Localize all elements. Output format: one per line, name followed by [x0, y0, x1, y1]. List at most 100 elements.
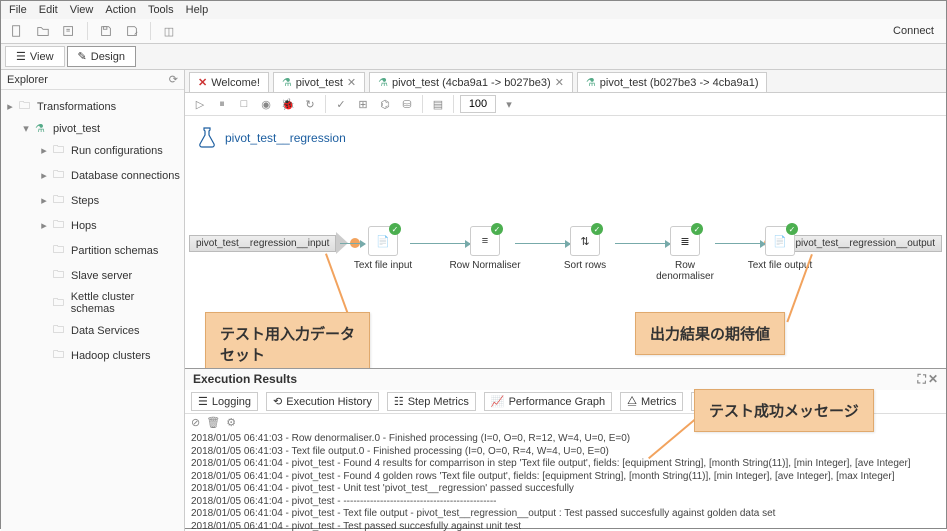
show-results-icon[interactable]: ▤ — [429, 95, 447, 113]
tree-leaf[interactable]: ▸🗀Steps — [3, 188, 182, 213]
folder-icon: 🗀 — [53, 141, 67, 160]
stop-icon[interactable]: □ — [235, 95, 253, 113]
canvas[interactable]: pivot_test__regression pivot_test__regre… — [185, 116, 946, 368]
close-icon[interactable]: ✕ — [347, 76, 356, 89]
refresh-icon[interactable]: ⟳ — [169, 73, 178, 86]
file-out-icon: 📄 — [773, 235, 787, 248]
log-line: 2018/01/05 06:41:03 - Text file output.0… — [191, 446, 940, 459]
save-as-icon[interactable] — [122, 21, 142, 41]
explore-db-icon[interactable]: ⛁ — [398, 95, 416, 113]
exec-tab-perf-graph[interactable]: 📈Performance Graph — [484, 392, 612, 411]
close-icon[interactable]: ✕ — [198, 76, 207, 89]
exec-tab-metrics[interactable]: ⧋Metrics — [620, 392, 683, 411]
log-line: 2018/01/05 06:41:04 - pivot_test - Test … — [191, 521, 940, 531]
tree-leaf[interactable]: 🗀Slave server — [3, 263, 182, 288]
exec-tab-logging[interactable]: ☰Logging — [191, 392, 258, 411]
save-icon[interactable] — [96, 21, 116, 41]
log-line: 2018/01/05 06:41:04 - pivot_test - Found… — [191, 471, 940, 484]
tree-leaf[interactable]: 🗀Partition schemas — [3, 238, 182, 263]
tree-leaf[interactable]: 🗀Hadoop clusters — [3, 343, 182, 368]
maximize-icon[interactable]: ⛶ — [918, 372, 926, 387]
replay-icon[interactable]: ↻ — [301, 95, 319, 113]
gauge-icon: ⧋ — [627, 395, 637, 408]
connect-link[interactable]: Connect — [893, 25, 940, 37]
explorer-tree: ▸🗀Transformations ▾⚗pivot_test ▸🗀Run con… — [1, 90, 184, 531]
normalise-icon: ≡ — [482, 235, 488, 247]
new-file-icon[interactable] — [7, 21, 27, 41]
log-line: 2018/01/05 06:41:04 - pivot_test - Found… — [191, 458, 940, 471]
tree-leaf[interactable]: ▸🗀Database connections — [3, 163, 182, 188]
perspective-tabs: ☰View ✎Design — [1, 44, 946, 70]
file-icon: 📄 — [376, 235, 390, 248]
log-settings-icon[interactable]: ⚙ — [226, 416, 236, 429]
log-output[interactable]: 2018/01/05 06:41:03 - Row denormaliser.0… — [185, 431, 946, 531]
explorer-panel: Explorer ⟳ ▸🗀Transformations ▾⚗pivot_tes… — [1, 70, 185, 531]
transformation-title: pivot_test__regression — [195, 126, 346, 150]
preview-icon[interactable]: ◉ — [257, 95, 275, 113]
log-clear-icon[interactable]: 🗑 — [206, 416, 220, 429]
transform-icon: ⚗ — [586, 76, 596, 89]
close-icon[interactable]: ✕ — [555, 76, 564, 89]
metrics-icon: ☷ — [394, 395, 404, 408]
debug-icon[interactable]: 🐞 — [279, 95, 297, 113]
folder-icon: 🗀 — [53, 166, 67, 185]
view-tab[interactable]: ☰View — [5, 46, 65, 67]
step-sort-rows[interactable]: ⇅✓ Sort rows — [545, 226, 625, 271]
log-stop-icon[interactable]: ⊘ — [191, 416, 200, 429]
success-badge-icon: ✓ — [591, 223, 603, 235]
transform-icon: ⚗ — [35, 122, 49, 135]
log-line: 2018/01/05 06:41:04 - pivot_test - -----… — [191, 496, 940, 509]
log-line: 2018/01/05 06:41:03 - Row denormaliser.0… — [191, 433, 940, 446]
step-text-file-input[interactable]: 📄✓ Text file input — [343, 226, 423, 271]
tab-pivot-test[interactable]: ⚗pivot_test✕ — [273, 72, 365, 92]
step-row-denormaliser[interactable]: ≣✓ Row denormaliser — [645, 226, 725, 282]
tab-compare-2[interactable]: ⚗pivot_test (b027be3 -> 4cba9a1) — [577, 72, 768, 92]
run-icon[interactable]: ▷ — [191, 95, 209, 113]
menu-action[interactable]: Action — [105, 4, 136, 16]
tab-welcome[interactable]: ✕Welcome! — [189, 72, 269, 92]
content-area: ✕Welcome! ⚗pivot_test✕ ⚗pivot_test (4cba… — [185, 70, 946, 531]
open-folder-icon[interactable] — [33, 21, 53, 41]
callout-output: 出力結果の期待値 — [635, 312, 785, 355]
menu-tools[interactable]: Tools — [148, 4, 174, 16]
folder-icon: 🗀 — [53, 266, 67, 285]
impact-icon[interactable]: ⊞ — [354, 95, 372, 113]
tree-leaf[interactable]: 🗀Kettle cluster schemas — [3, 288, 182, 318]
folder-icon: 🗀 — [53, 241, 67, 260]
menu-view[interactable]: View — [70, 4, 94, 16]
main-toolbar: ◫ Connect — [1, 19, 946, 44]
log-line: 2018/01/05 06:41:04 - pivot_test - Unit … — [191, 483, 940, 496]
zoom-input[interactable] — [460, 95, 496, 113]
chart-icon: 📈 — [491, 395, 505, 408]
explore-icon[interactable] — [59, 21, 79, 41]
editor-tabs: ✕Welcome! ⚗pivot_test✕ ⚗pivot_test (4cba… — [185, 70, 946, 93]
tree-root[interactable]: ▸🗀Transformations — [3, 94, 182, 119]
exec-tab-step-metrics[interactable]: ☷Step Metrics — [387, 392, 476, 411]
flask-icon — [195, 126, 219, 150]
pencil-icon: ✎ — [78, 50, 87, 63]
menu-edit[interactable]: Edit — [39, 4, 58, 16]
success-badge-icon: ✓ — [389, 223, 401, 235]
exec-results-title: Execution Results — [193, 372, 297, 387]
input-endpoint[interactable]: pivot_test__regression__input — [189, 232, 362, 254]
zoom-dropdown-icon[interactable]: ▾ — [500, 95, 518, 113]
tree-leaf[interactable]: ▸🗀Run configurations — [3, 138, 182, 163]
sql-icon[interactable]: ⌬ — [376, 95, 394, 113]
tab-compare-1[interactable]: ⚗pivot_test (4cba9a1 -> b027be3)✕ — [369, 72, 573, 92]
tree-leaf[interactable]: ▸🗀Hops — [3, 213, 182, 238]
step-row-normaliser[interactable]: ≡✓ Row Normaliser — [445, 226, 525, 271]
verify-icon[interactable]: ✓ — [332, 95, 350, 113]
folder-icon: 🗀 — [53, 216, 67, 235]
design-tab[interactable]: ✎Design — [67, 46, 136, 67]
success-badge-icon: ✓ — [491, 223, 503, 235]
exec-tab-history[interactable]: ⟲Execution History — [266, 392, 379, 411]
sort-icon: ⇅ — [580, 235, 589, 248]
pause-icon[interactable]: ⏸ — [213, 95, 231, 113]
close-icon[interactable]: ✕ — [928, 372, 938, 387]
denormalise-icon: ≣ — [680, 235, 689, 248]
menu-file[interactable]: File — [9, 4, 27, 16]
menu-help[interactable]: Help — [186, 4, 209, 16]
tree-transformation[interactable]: ▾⚗pivot_test — [3, 119, 182, 138]
perspective-icon[interactable]: ◫ — [159, 21, 179, 41]
tree-leaf[interactable]: 🗀Data Services — [3, 318, 182, 343]
